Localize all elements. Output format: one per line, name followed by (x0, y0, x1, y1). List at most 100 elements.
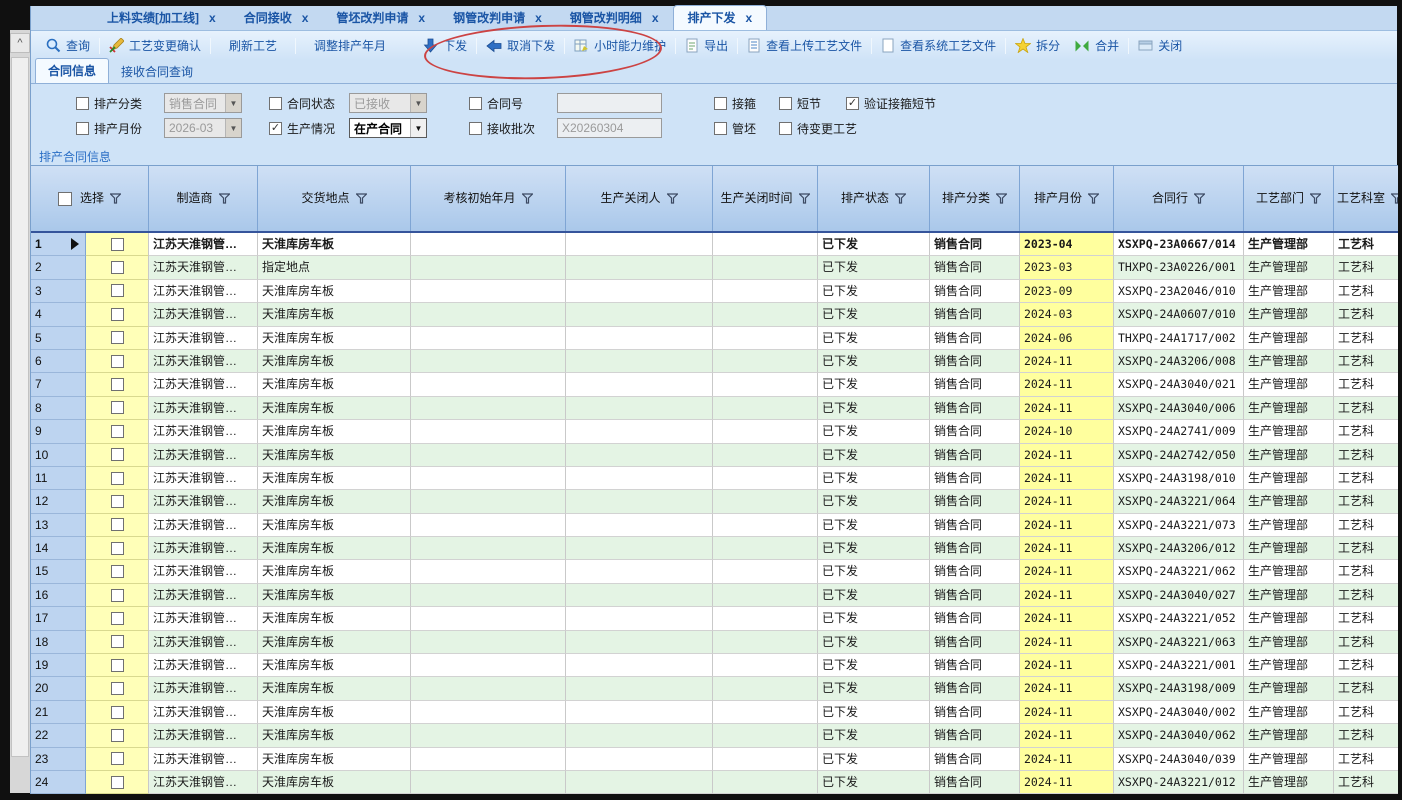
table-row[interactable]: 17江苏天淮钢管…天淮库房车板已下发销售合同2024-11XSXPQ-24A32… (31, 607, 1398, 630)
column-header[interactable]: 交货地点 (258, 166, 411, 231)
column-header[interactable]: 生产关闭人 (566, 166, 713, 231)
filter-funnel-icon[interactable] (356, 193, 367, 204)
table-row[interactable]: 3江苏天淮钢管…天淮库房车板已下发销售合同2023-09XSXPQ-23A204… (31, 280, 1398, 303)
filter-funnel-icon[interactable] (522, 193, 533, 204)
row-number[interactable]: 8 (31, 397, 86, 420)
row-checkbox[interactable] (111, 331, 124, 344)
row-checkbox[interactable] (111, 682, 124, 695)
row-checkbox[interactable] (111, 565, 124, 578)
row-checkbox[interactable] (111, 378, 124, 391)
column-header[interactable]: 生产关闭时间 (713, 166, 818, 231)
column-header[interactable]: 考核初始年月 (411, 166, 566, 231)
row-checkbox[interactable] (111, 752, 124, 765)
tab-close-icon[interactable]: x (746, 11, 753, 25)
column-header[interactable]: 制造商 (149, 166, 258, 231)
tab-close-icon[interactable]: x (209, 11, 216, 25)
row-number[interactable]: 16 (31, 584, 86, 607)
row-checkbox[interactable] (111, 355, 124, 368)
dispatch-button[interactable]: 下发 (416, 34, 474, 57)
filter-funnel-icon[interactable] (219, 193, 230, 204)
cancel-dispatch-button[interactable]: 取消下发 (479, 34, 562, 57)
table-row[interactable]: 23江苏天淮钢管…天淮库房车板已下发销售合同2024-11XSXPQ-24A30… (31, 748, 1398, 771)
pup-joint-checkbox[interactable] (779, 97, 792, 110)
column-header[interactable]: 合同行 (1114, 166, 1244, 231)
row-checkbox[interactable] (111, 589, 124, 602)
filter-funnel-icon[interactable] (667, 193, 678, 204)
row-checkbox[interactable] (111, 238, 124, 251)
contract-status-select[interactable]: 已接收▼ (349, 93, 427, 113)
tab-close-icon[interactable]: x (302, 11, 309, 25)
filter-funnel-icon[interactable] (1088, 193, 1099, 204)
table-row[interactable]: 10江苏天淮钢管…天淮库房车板已下发销售合同2024-11XSXPQ-24A27… (31, 444, 1398, 467)
row-number[interactable]: 11 (31, 467, 86, 490)
row-number[interactable]: 23 (31, 748, 86, 771)
row-checkbox[interactable] (111, 729, 124, 742)
row-number[interactable]: 13 (31, 514, 86, 537)
scroll-up-icon[interactable]: ^ (10, 33, 30, 53)
row-checkbox[interactable] (111, 401, 124, 414)
row-checkbox[interactable] (111, 448, 124, 461)
row-checkbox[interactable] (111, 284, 124, 297)
column-header[interactable]: 工艺部门 (1244, 166, 1334, 231)
table-row[interactable]: 8江苏天淮钢管…天淮库房车板已下发销售合同2024-11XSXPQ-24A304… (31, 397, 1398, 420)
row-number[interactable]: 6 (31, 350, 86, 373)
row-number[interactable]: 2 (31, 256, 86, 279)
row-checkbox[interactable] (111, 495, 124, 508)
row-number[interactable]: 7 (31, 373, 86, 396)
chevron-down-icon[interactable]: ▼ (225, 94, 241, 112)
table-row[interactable]: 4江苏天淮钢管…天淮库房车板已下发销售合同2024-03XSXPQ-24A060… (31, 303, 1398, 326)
row-number[interactable]: 14 (31, 537, 86, 560)
row-checkbox[interactable] (111, 659, 124, 672)
table-row[interactable]: 7江苏天淮钢管…天淮库房车板已下发销售合同2024-11XSXPQ-24A304… (31, 373, 1398, 396)
table-row[interactable]: 1江苏天淮钢管…天淮库房车板已下发销售合同2023-04XSXPQ-23A066… (31, 233, 1398, 256)
tab-contract-receive[interactable]: 合同接收x (230, 6, 323, 30)
adjust-schedule-month-button[interactable]: 调整排产年月 (298, 34, 402, 57)
table-row[interactable]: 20江苏天淮钢管…天淮库房车板已下发销售合同2024-11XSXPQ-24A31… (31, 677, 1398, 700)
tab-close-icon[interactable]: x (652, 11, 659, 25)
close-button[interactable]: 关闭 (1131, 34, 1189, 57)
row-checkbox[interactable] (111, 472, 124, 485)
table-row[interactable]: 11江苏天淮钢管…天淮库房车板已下发销售合同2024-11XSXPQ-24A31… (31, 467, 1398, 490)
chevron-down-icon[interactable]: ▼ (410, 94, 426, 112)
table-row[interactable]: 5江苏天淮钢管…天淮库房车板已下发销售合同2024-06THXPQ-24A171… (31, 327, 1398, 350)
table-row[interactable]: 15江苏天淮钢管…天淮库房车板已下发销售合同2024-11XSXPQ-24A32… (31, 560, 1398, 583)
row-number[interactable]: 15 (31, 560, 86, 583)
view-system-process-file-button[interactable]: 查看系统工艺文件 (874, 34, 1003, 57)
row-checkbox[interactable] (111, 308, 124, 321)
filter-funnel-icon[interactable] (996, 193, 1007, 204)
filter-funnel-icon[interactable] (1194, 193, 1205, 204)
row-checkbox[interactable] (111, 635, 124, 648)
merge-button[interactable]: 合并 (1067, 34, 1126, 57)
query-button[interactable]: 查询 (39, 34, 97, 57)
table-row[interactable]: 6江苏天淮钢管…天淮库房车板已下发销售合同2024-11XSXPQ-24A320… (31, 350, 1398, 373)
filter-funnel-icon[interactable] (1391, 193, 1398, 204)
row-number[interactable]: 9 (31, 420, 86, 443)
tab-billet-regrade-apply[interactable]: 管坯改判申请x (322, 6, 439, 30)
filter-funnel-icon[interactable] (110, 193, 121, 204)
tab-close-icon[interactable]: x (535, 11, 542, 25)
receive-batch-checkbox[interactable] (469, 122, 482, 135)
process-change-confirm-button[interactable]: 工艺变更确认 (102, 34, 208, 57)
row-checkbox[interactable] (111, 612, 124, 625)
row-number[interactable]: 5 (31, 327, 86, 350)
scheduling-category-select[interactable]: 销售合同▼ (164, 93, 242, 113)
filter-funnel-icon[interactable] (1310, 193, 1321, 204)
row-number[interactable]: 3 (31, 280, 86, 303)
chevron-down-icon[interactable]: ▼ (225, 119, 241, 137)
table-row[interactable]: 19江苏天淮钢管…天淮库房车板已下发销售合同2024-11XSXPQ-24A32… (31, 654, 1398, 677)
row-checkbox[interactable] (111, 518, 124, 531)
column-header[interactable]: 排产月份 (1020, 166, 1114, 231)
verify-coupling-pup-checkbox[interactable]: ✓ (846, 97, 859, 110)
scrollbar-thumb[interactable] (11, 57, 29, 757)
scheduling-month-checkbox[interactable] (76, 122, 89, 135)
table-row[interactable]: 18江苏天淮钢管…天淮库房车板已下发销售合同2024-11XSXPQ-24A32… (31, 631, 1398, 654)
tab-pipe-regrade-apply[interactable]: 钢管改判申请x (439, 6, 556, 30)
row-number[interactable]: 1 (31, 233, 86, 256)
pending-process-change-checkbox[interactable] (779, 122, 792, 135)
row-number[interactable]: 19 (31, 654, 86, 677)
contract-status-checkbox[interactable] (269, 97, 282, 110)
row-checkbox[interactable] (111, 776, 124, 789)
subtab-received-contract-query[interactable]: 接收合同查询 (109, 60, 205, 84)
tab-scheduling-dispatch[interactable]: 排产下发x (673, 5, 768, 30)
left-scrollbar[interactable]: ^ (10, 30, 30, 793)
